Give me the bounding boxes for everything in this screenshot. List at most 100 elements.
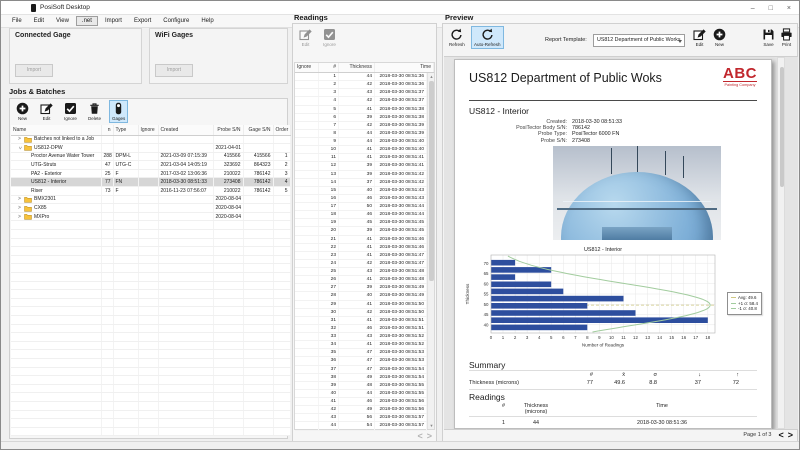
reading-row[interactable]: 43562018-03-30 08:51:57	[295, 414, 427, 422]
menu-item-export[interactable]: Export	[129, 17, 156, 25]
expander-icon[interactable]: >	[17, 145, 23, 150]
menu-item-file[interactable]: File	[7, 17, 27, 25]
next-page-button[interactable]: >	[788, 430, 793, 440]
new-button[interactable]: New	[13, 100, 32, 123]
jobs-column-header[interactable]: Name	[11, 125, 101, 135]
jobs-table-row[interactable]: PA2 - Exterior25F2017-03-02 13:06:362100…	[11, 169, 290, 178]
reading-row[interactable]: 30422018-03-30 08:51:50	[295, 309, 427, 317]
reading-row[interactable]: 16462018-03-30 08:51:43	[295, 195, 427, 203]
reading-row[interactable]: 40442018-03-30 08:51:55	[295, 390, 427, 398]
reading-row[interactable]: 6392018-03-30 08:51:38	[295, 114, 427, 122]
reading-row[interactable]: 23412018-03-30 08:51:47	[295, 252, 427, 260]
jobs-column-header[interactable]: Probe S/N	[213, 125, 243, 135]
scroll-up-icon[interactable]: ▲	[428, 73, 435, 80]
reading-row[interactable]: 18462018-03-30 08:51:44	[295, 211, 427, 219]
reading-row[interactable]: 20392018-03-30 08:51:45	[295, 227, 427, 235]
menu-item-edit[interactable]: Edit	[29, 17, 49, 25]
reading-row[interactable]: 9442018-03-30 08:51:40	[295, 138, 427, 146]
maximize-button[interactable]: □	[769, 5, 773, 12]
reading-row[interactable]: 12392018-03-30 08:51:41	[295, 162, 427, 170]
jobs-table-row[interactable]: >MXPro2020-08-04	[11, 212, 290, 221]
prev-page-button[interactable]: <	[778, 430, 783, 440]
refresh-button[interactable]: Refresh	[446, 26, 468, 49]
print-button[interactable]: Print	[777, 26, 796, 49]
new-template-button[interactable]: New	[710, 26, 729, 49]
expander-icon[interactable]: >	[17, 196, 22, 202]
save-button[interactable]: Save	[759, 26, 778, 49]
reading-row[interactable]: 27392018-03-30 08:51:49	[295, 284, 427, 292]
edit-template-button[interactable]: Edit	[690, 26, 709, 49]
scrollbar-thumb[interactable]	[780, 67, 784, 187]
menu-item-view[interactable]: View	[51, 17, 74, 25]
preview-scrollbar[interactable]	[777, 57, 785, 429]
edit-button[interactable]: Edit	[37, 100, 56, 123]
reading-row[interactable]: 38492018-03-30 08:51:54	[295, 374, 427, 382]
reading-row[interactable]: 24422018-03-30 08:51:47	[295, 260, 427, 268]
reading-row[interactable]: 42492018-03-30 08:51:56	[295, 406, 427, 414]
menu-item-help[interactable]: Help	[196, 17, 218, 25]
menu-item--net[interactable]: .net	[76, 16, 98, 26]
expander-icon[interactable]: >	[17, 205, 22, 211]
reading-row[interactable]: 31412018-03-30 08:51:51	[295, 317, 427, 325]
reading-row[interactable]: 36472018-03-30 08:51:53	[295, 357, 427, 365]
jobs-table-row[interactable]: >US812-DPW2021-04-01	[11, 144, 290, 153]
ignore-button[interactable]: Ignore	[320, 26, 339, 49]
readings-column-header[interactable]: Ignore	[295, 63, 319, 72]
expander-icon[interactable]: >	[17, 214, 22, 220]
wifi-import-button[interactable]: Import	[155, 64, 193, 77]
auto-refresh-button[interactable]: Auto-Refresh	[471, 26, 504, 49]
reading-row[interactable]: 26412018-03-30 08:51:48	[295, 276, 427, 284]
reading-row[interactable]: 29412018-03-30 08:51:50	[295, 301, 427, 309]
ignore-button[interactable]: Ignore	[61, 100, 80, 123]
delete-button[interactable]: Delete	[85, 100, 104, 123]
reading-row[interactable]: 28402018-03-30 08:51:49	[295, 292, 427, 300]
jobs-column-header[interactable]: Ignore	[138, 125, 158, 135]
reading-row[interactable]: 25432018-03-30 08:51:48	[295, 268, 427, 276]
readings-column-header[interactable]: Thickness	[339, 63, 375, 72]
reading-row[interactable]: 10412018-03-30 08:51:40	[295, 146, 427, 154]
jobs-table-row[interactable]: Riser73F2016-11-23 07:56:072100227861425	[11, 187, 290, 196]
jobs-table-row[interactable]: >BMX23012020-08-04	[11, 195, 290, 204]
reading-row[interactable]: 4422018-03-30 08:51:37	[295, 97, 427, 105]
edit-button[interactable]: Edit	[296, 26, 315, 49]
reading-row[interactable]: 35472018-03-30 08:51:53	[295, 349, 427, 357]
reading-row[interactable]: 3432018-03-30 08:51:37	[295, 89, 427, 97]
menu-item-import[interactable]: Import	[100, 17, 127, 25]
reading-row[interactable]: 5412018-03-30 08:51:38	[295, 106, 427, 114]
jobs-column-header[interactable]: Gage S/N	[243, 125, 273, 135]
jobs-column-header[interactable]: n	[101, 125, 113, 135]
reading-row[interactable]: 44542018-03-30 08:51:57	[295, 422, 427, 430]
scrollbar-thumb[interactable]	[429, 81, 434, 281]
reading-row[interactable]: 32462018-03-30 08:51:51	[295, 325, 427, 333]
close-button[interactable]: ×	[787, 5, 791, 12]
jobs-column-header[interactable]: Type	[113, 125, 138, 135]
jobs-column-header[interactable]: Created	[158, 125, 213, 135]
reading-row[interactable]: 37472018-03-30 08:51:54	[295, 366, 427, 374]
readings-scrollbar[interactable]: ▲ ▼	[427, 73, 434, 429]
reading-row[interactable]: 17502018-03-30 08:51:44	[295, 203, 427, 211]
menu-item-configure[interactable]: Configure	[158, 17, 194, 25]
jobs-table-row[interactable]: >Batches not linked to a Job	[11, 135, 290, 144]
jobs-table-row[interactable]: Proctor Avenue Water Tower288DPM-L2021-0…	[11, 152, 290, 161]
jobs-table-row[interactable]: UTG-Struts47UTG-C2021-03-04 14:05:193236…	[11, 161, 290, 170]
reading-row[interactable]: 39482018-03-30 08:51:55	[295, 382, 427, 390]
reading-row[interactable]: 7422018-03-30 08:51:39	[295, 122, 427, 130]
connected-import-button[interactable]: Import	[15, 64, 53, 77]
reading-row[interactable]: 15402018-03-30 08:51:43	[295, 187, 427, 195]
reading-row[interactable]: 19452018-03-30 08:51:45	[295, 219, 427, 227]
jobs-column-header[interactable]: Order	[273, 125, 290, 135]
scroll-down-icon[interactable]: ▼	[428, 422, 435, 429]
reading-row[interactable]: 2422018-03-30 08:51:36	[295, 81, 427, 89]
reading-row[interactable]: 14372018-03-30 08:51:42	[295, 179, 427, 187]
readings-column-header[interactable]: Time	[375, 63, 434, 72]
reading-row[interactable]: 8442018-03-30 08:51:39	[295, 130, 427, 138]
reading-row[interactable]: 1442018-03-30 08:51:36	[295, 73, 427, 81]
reading-row[interactable]: 13392018-03-30 08:51:42	[295, 171, 427, 179]
readings-next-button[interactable]: >	[427, 431, 432, 441]
gages-button[interactable]: Gages	[109, 100, 128, 123]
reading-row[interactable]: 41462018-03-30 08:51:56	[295, 398, 427, 406]
jobs-table-row[interactable]: >CX852020-08-04	[11, 204, 290, 213]
jobs-table-row[interactable]: US812 - Interior77FN2018-03-30 08:51:332…	[11, 178, 290, 187]
expander-icon[interactable]: >	[17, 136, 22, 142]
minimize-button[interactable]: –	[751, 5, 755, 12]
